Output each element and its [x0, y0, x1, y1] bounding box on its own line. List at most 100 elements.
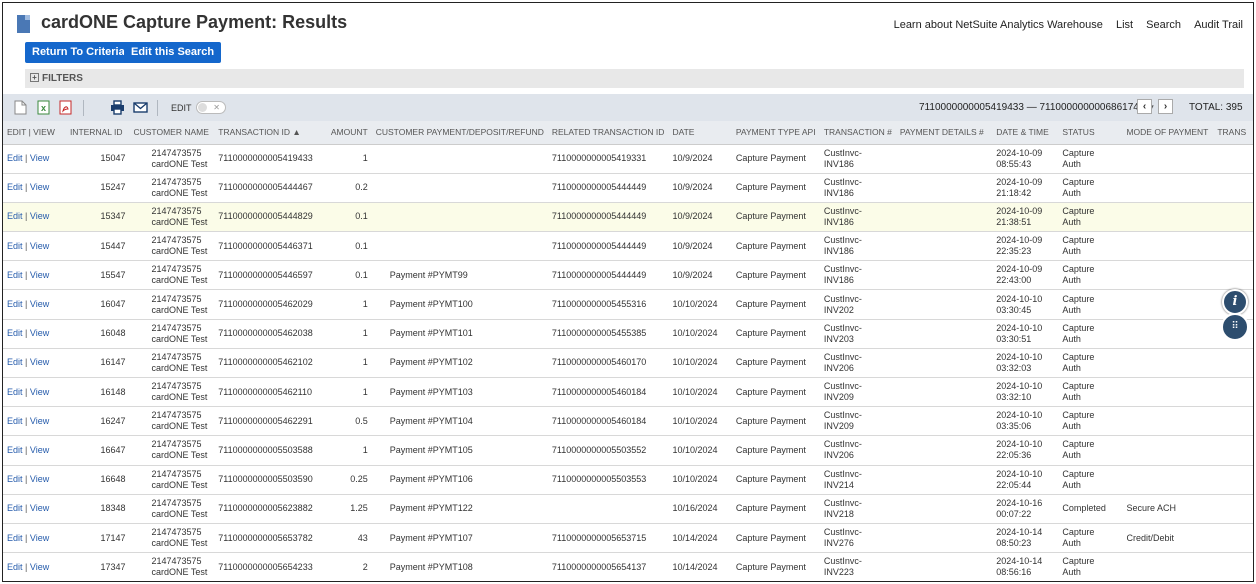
edit-link[interactable]: Edit [7, 503, 23, 513]
edit-link[interactable]: Edit [7, 153, 23, 163]
edit-view-cell: Edit | View [3, 465, 66, 495]
excel-icon[interactable]: x [37, 100, 50, 115]
date: 10/16/2024 [672, 503, 718, 514]
customer-name: cardONE Test [151, 508, 208, 519]
document-icon[interactable] [14, 100, 27, 115]
column-header[interactable]: RELATED TRANSACTION ID [547, 121, 669, 145]
column-header[interactable]: DATE & TIME [992, 121, 1059, 145]
status-cell: Capture Auth [1058, 289, 1123, 320]
column-header[interactable]: TRANSACTION # [819, 121, 896, 145]
edit-link[interactable]: Edit [7, 270, 23, 280]
audit-trail-link[interactable]: Audit Trail [1194, 19, 1243, 31]
column-header[interactable]: AMOUNT [322, 121, 372, 145]
column-header[interactable]: CUSTOMER PAYMENT/DEPOSIT/REFUND [371, 121, 548, 145]
view-link[interactable]: View [30, 357, 49, 367]
payment-type-cell: Capture Payment [731, 144, 820, 174]
date-time-cell: 2024-10-09 22:35:23 [992, 231, 1059, 262]
view-link[interactable]: View [30, 474, 49, 484]
time-part: 08:55:43 [996, 158, 1032, 169]
info-icon[interactable]: i [1222, 289, 1248, 315]
toolbar-separator [83, 100, 84, 116]
amount-cell: 0.1 [322, 231, 372, 262]
customer-name-cell: 2147473575 cardONE Test [129, 377, 215, 408]
transaction-id-cell: 7110000000005654233 [214, 552, 323, 581]
payment-type-cell: Capture Payment [731, 377, 820, 408]
customer-number: 2147473575 [151, 468, 202, 479]
customer-name: cardONE Test [151, 333, 208, 344]
status-cell: Capture Auth [1058, 377, 1123, 408]
customer-number: 2147473575 [151, 235, 202, 246]
table-row: Edit | View 16648 2147473575 cardONE Test 71… [3, 465, 1253, 495]
edit-link[interactable]: Edit [7, 416, 23, 426]
payment-type-cell: Capture Payment [731, 552, 820, 581]
time-part: 00:07:22 [996, 508, 1032, 519]
edit-toggle[interactable] [196, 101, 226, 114]
column-header[interactable]: PAYMENT TYPE API [731, 121, 820, 145]
filters-toggle[interactable]: + FILTERS [25, 69, 1244, 88]
grip-icon[interactable]: ⠿ [1221, 313, 1249, 341]
page-range-select[interactable]: 7110000000005419433 — 711000000000686174… [919, 102, 1155, 113]
edit-view-cell: Edit | View [3, 406, 66, 437]
edit-link[interactable]: Edit [7, 474, 23, 484]
search-link[interactable]: Search [1146, 19, 1181, 31]
view-link[interactable]: View [30, 241, 49, 251]
column-header[interactable]: CUSTOMER NAME [129, 121, 215, 145]
status-line1: Capture [1062, 235, 1095, 246]
pdf-icon[interactable] [59, 100, 72, 115]
status-line1: Capture [1062, 351, 1095, 362]
view-link[interactable]: View [30, 182, 49, 192]
edit-link[interactable]: Edit [7, 445, 23, 455]
view-link[interactable]: View [30, 533, 49, 543]
date-cell: 10/16/2024 [668, 494, 732, 524]
next-page-button[interactable]: › [1158, 99, 1173, 114]
related-transaction-id: 7110000000005419331 [551, 153, 647, 164]
analytics-warehouse-link[interactable]: Learn about NetSuite Analytics Warehouse [894, 19, 1103, 31]
payment-cell: Payment #PYMT100 [371, 289, 548, 320]
column-header[interactable]: PAYMENT DETAILS # [895, 121, 993, 145]
view-link[interactable]: View [30, 445, 49, 455]
view-link[interactable]: View [30, 299, 49, 309]
internal-id-cell: 15047 [65, 144, 130, 174]
internal-id: 15547 [100, 269, 126, 280]
transaction-id: 7110000000005654233 [218, 561, 313, 572]
transaction-id: 7110000000005446597 [218, 269, 313, 280]
column-header[interactable]: EDIT | VIEW [3, 121, 66, 145]
view-link[interactable]: View [30, 387, 49, 397]
edit-link[interactable]: Edit [7, 387, 23, 397]
transaction-id-cell: 7110000000005462102 [214, 348, 323, 379]
edit-link[interactable]: Edit [7, 328, 23, 338]
internal-id-cell: 16648 [65, 465, 130, 495]
email-icon[interactable] [133, 100, 148, 115]
view-link[interactable]: View [30, 562, 49, 572]
view-link[interactable]: View [30, 503, 49, 513]
view-link[interactable]: View [30, 211, 49, 221]
column-header[interactable]: STATUS [1058, 121, 1123, 145]
return-to-criteria-button[interactable]: Return To Criteria [25, 42, 132, 63]
column-header[interactable]: DATE [668, 121, 732, 145]
column-header[interactable]: TRANSACTION ID ▲ [214, 121, 323, 145]
transaction-id: 7110000000005623882 [218, 503, 313, 514]
view-link[interactable]: View [30, 153, 49, 163]
amount: 1 [362, 357, 368, 368]
column-header[interactable]: TRANS [1213, 121, 1253, 145]
column-header[interactable]: MODE OF PAYMENT [1122, 121, 1214, 145]
edit-link[interactable]: Edit [7, 241, 23, 251]
view-link[interactable]: View [30, 416, 49, 426]
internal-id: 16048 [100, 328, 126, 339]
list-link[interactable]: List [1116, 19, 1133, 31]
view-link[interactable]: View [30, 328, 49, 338]
print-icon[interactable] [110, 100, 125, 115]
view-link[interactable]: View [30, 270, 49, 280]
previous-page-button[interactable]: ‹ [1137, 99, 1152, 114]
edit-link[interactable]: Edit [7, 299, 23, 309]
column-header[interactable]: INTERNAL ID [65, 121, 130, 145]
related-transaction-cell: 7110000000005460184 [547, 406, 669, 437]
edit-link[interactable]: Edit [7, 182, 23, 192]
customer-name: cardONE Test [151, 421, 208, 432]
edit-link[interactable]: Edit [7, 357, 23, 367]
edit-search-button[interactable]: Edit this Search [124, 42, 222, 63]
edit-link[interactable]: Edit [7, 211, 23, 221]
table-row: Edit | View 16147 2147473575 cardONE Test 71… [3, 348, 1253, 379]
edit-link[interactable]: Edit [7, 533, 23, 543]
edit-link[interactable]: Edit [7, 562, 23, 572]
